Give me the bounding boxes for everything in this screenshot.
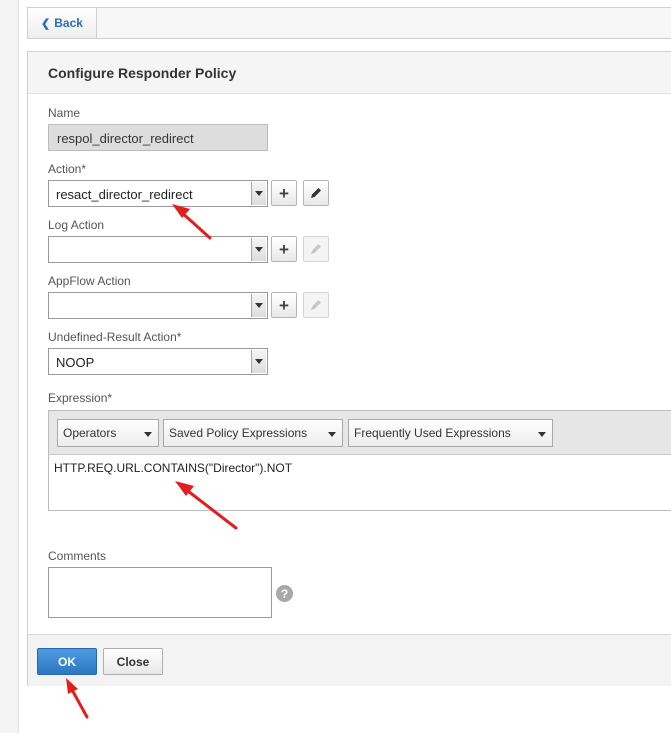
expression-toolbar: Operators Saved Policy Expressions Frequ…: [49, 411, 671, 455]
chevron-down-icon: [328, 432, 336, 437]
plus-icon: +: [279, 239, 289, 259]
log-action-label: Log Action: [48, 218, 105, 232]
edit-log-action-button[interactable]: [303, 236, 329, 262]
chevron-down-icon: [538, 432, 546, 437]
page-title: Configure Responder Policy: [48, 65, 237, 81]
undefined-result-action-select[interactable]: NOOP: [48, 348, 268, 375]
undefined-result-action-value: NOOP: [56, 355, 95, 370]
action-select[interactable]: resact_director_redirect: [48, 180, 268, 207]
frequently-used-expressions-dropdown[interactable]: Frequently Used Expressions: [348, 419, 553, 447]
panel-footer: OK Close: [28, 634, 671, 686]
back-button-label: Back: [54, 16, 83, 30]
add-appflow-action-button[interactable]: +: [271, 292, 297, 318]
back-button[interactable]: ❮ Back: [28, 8, 97, 38]
ok-button[interactable]: OK: [37, 648, 97, 675]
question-icon[interactable]: ?: [276, 585, 293, 602]
panel-header: Configure Responder Policy: [28, 52, 671, 94]
expression-label: Expression*: [48, 391, 113, 405]
pencil-icon: [311, 244, 321, 254]
configure-responder-policy-panel: Configure Responder Policy Name respol_d…: [27, 51, 671, 686]
pencil-icon: [311, 300, 321, 310]
saved-policy-expressions-dropdown[interactable]: Saved Policy Expressions: [163, 419, 343, 447]
appflow-action-select[interactable]: [48, 292, 268, 319]
plus-icon: +: [279, 295, 289, 315]
saved-policy-expressions-label: Saved Policy Expressions: [169, 426, 308, 440]
left-gutter: [0, 0, 19, 733]
close-button[interactable]: Close: [103, 648, 163, 675]
name-label: Name: [48, 106, 81, 120]
undefined-result-action-label: Undefined-Result Action*: [48, 330, 182, 344]
expression-editor: Operators Saved Policy Expressions Frequ…: [48, 410, 671, 511]
comments-label: Comments: [48, 549, 107, 563]
expression-input[interactable]: HTTP.REQ.URL.CONTAINS("Director").NOT: [54, 461, 292, 475]
arrow-left-icon: ❮: [41, 17, 51, 30]
chevron-down-icon[interactable]: [251, 294, 266, 317]
log-action-select[interactable]: [48, 236, 268, 263]
edit-action-button[interactable]: [303, 180, 329, 206]
comments-textarea[interactable]: [48, 567, 272, 618]
chevron-down-icon[interactable]: [251, 238, 266, 261]
action-select-value: resact_director_redirect: [56, 187, 193, 202]
top-toolbar: ❮ Back: [27, 7, 671, 39]
operators-dropdown-label: Operators: [63, 426, 117, 440]
pencil-icon: [311, 188, 321, 198]
action-label: Action*: [48, 162, 87, 176]
edit-appflow-action-button[interactable]: [303, 292, 329, 318]
plus-icon: +: [279, 183, 289, 203]
operators-dropdown[interactable]: Operators: [57, 419, 159, 447]
chevron-down-icon[interactable]: [251, 182, 266, 205]
chevron-down-icon: [144, 432, 152, 437]
name-field: respol_director_redirect: [48, 124, 268, 151]
chevron-down-icon[interactable]: [251, 350, 266, 373]
frequently-used-expressions-label: Frequently Used Expressions: [354, 426, 511, 440]
appflow-action-label: AppFlow Action: [48, 274, 131, 288]
add-action-button[interactable]: +: [271, 180, 297, 206]
add-log-action-button[interactable]: +: [271, 236, 297, 262]
